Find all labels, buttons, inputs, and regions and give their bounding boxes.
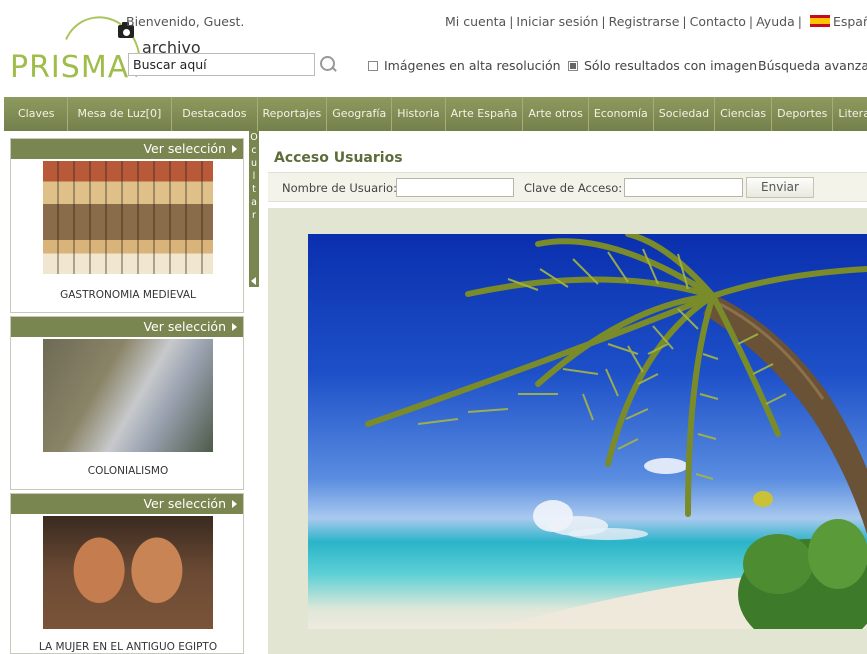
card-caption[interactable]: COLONIALISMO [11, 465, 245, 477]
advanced-search-link[interactable]: Búsqueda avanzada [758, 58, 867, 73]
option-highres[interactable]: Imágenes en alta resolución [368, 58, 561, 73]
ocultar-letter: O [250, 132, 258, 143]
link-registrarse[interactable]: Registrarse [609, 14, 680, 29]
option-with-image[interactable]: Sólo resultados con imagen [568, 58, 757, 73]
ocultar-letter: c [251, 145, 257, 156]
palm-illustration [365, 234, 867, 629]
header: PRISMA archivo Bienvenido, Guest. Mi cue… [0, 0, 867, 111]
top-links: Mi cuenta | Iniciar sesión | Registrarse | Con… [445, 14, 867, 29]
nav-ciencias[interactable]: Ciencias [715, 97, 773, 131]
selection-card-gastronomia[interactable]: Ver selección GASTRONOMIA MEDIEVAL [10, 138, 244, 313]
hero-beach-image [308, 234, 867, 629]
nav-economia[interactable]: Economía [589, 97, 654, 131]
arrow-right-icon [232, 500, 237, 508]
ocultar-letter: a [251, 197, 257, 208]
arrow-left-icon [251, 277, 256, 285]
search-input[interactable] [128, 53, 315, 76]
login-form: Nombre de Usuario: Clave de Acceso: Envi… [268, 172, 867, 202]
ver-seleccion-button[interactable]: Ver selección [11, 139, 243, 159]
username-input[interactable] [396, 178, 514, 197]
ocultar-letter: t [252, 184, 256, 195]
ver-seleccion-label: Ver selección [143, 496, 226, 511]
page-title: Acceso Usuarios [274, 150, 403, 166]
sidebar: Ver selección GASTRONOMIA MEDIEVAL Ver s… [10, 138, 244, 654]
colonialismo-thumbnail[interactable] [43, 339, 213, 452]
gastronomia-thumbnail[interactable] [43, 161, 213, 274]
nav-sociedad[interactable]: Sociedad [654, 97, 716, 131]
nav-geografia[interactable]: Geografía [327, 97, 393, 131]
link-iniciar-sesion[interactable]: Iniciar sesión [516, 14, 598, 29]
nav-reportajes[interactable]: Reportajes [258, 97, 328, 131]
main-nav: Claves Mesa de Luz[0] Destacados Reporta… [4, 97, 867, 131]
nav-destacados[interactable]: Destacados [172, 97, 258, 131]
nav-literatura[interactable]: Literatura [833, 97, 867, 131]
ver-seleccion-label: Ver selección [143, 141, 226, 156]
search-icon[interactable] [320, 56, 336, 72]
ver-seleccion-button[interactable]: Ver selección [11, 317, 243, 337]
password-label: Clave de Acceso: [524, 181, 623, 195]
with-image-checkbox[interactable] [568, 60, 578, 71]
arrow-right-icon [232, 323, 237, 331]
link-contacto[interactable]: Contacto [690, 14, 746, 29]
card-caption[interactable]: GASTRONOMIA MEDIEVAL [11, 289, 245, 301]
ocultar-letter: u [250, 158, 258, 169]
selection-card-egipto[interactable]: Ver selección LA MUJER EN EL ANTIGUO EGI… [10, 493, 244, 654]
arrow-right-icon [232, 145, 237, 153]
enviar-button[interactable]: Enviar [746, 177, 814, 198]
username-label: Nombre de Usuario: [282, 181, 397, 195]
nav-arte-espana[interactable]: Arte España [446, 97, 524, 131]
ocultar-letter: r [252, 210, 256, 221]
link-mi-cuenta[interactable]: Mi cuenta [445, 14, 506, 29]
nav-arte-otros[interactable]: Arte otros [523, 97, 589, 131]
ver-seleccion-label: Ver selección [143, 319, 226, 334]
highres-label: Imágenes en alta resolución [384, 58, 561, 73]
nav-deportes[interactable]: Deportes [772, 97, 834, 131]
password-input[interactable] [624, 178, 743, 197]
highres-checkbox[interactable] [368, 60, 378, 71]
language-selector[interactable]: Español [833, 14, 867, 29]
logo-text: PRISMA [10, 50, 130, 85]
link-ayuda[interactable]: Ayuda [756, 14, 795, 29]
nav-mesa-de-luz[interactable]: Mesa de Luz[0] [68, 97, 173, 131]
selection-card-colonialismo[interactable]: Ver selección COLONIALISMO [10, 316, 244, 490]
ocultar-sidebar-tab[interactable]: O c u l t a r [249, 131, 259, 287]
prisma-logo[interactable]: PRISMA [6, 5, 153, 111]
spain-flag-icon[interactable] [809, 15, 830, 27]
welcome-text: Bienvenido, Guest. [126, 14, 245, 29]
ocultar-letter: l [252, 171, 256, 182]
egipto-thumbnail[interactable] [43, 516, 213, 629]
card-caption[interactable]: LA MUJER EN EL ANTIGUO EGIPTO [11, 641, 245, 653]
nav-claves[interactable]: Claves [4, 97, 68, 131]
with-image-label: Sólo resultados con imagen [584, 58, 758, 73]
nav-historia[interactable]: Historia [392, 97, 446, 131]
ver-seleccion-button[interactable]: Ver selección [11, 494, 243, 514]
